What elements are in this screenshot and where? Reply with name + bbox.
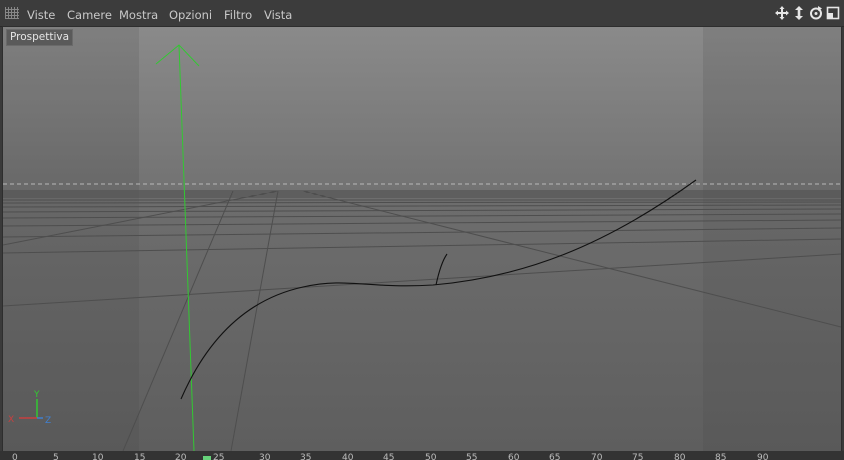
menu-viste[interactable]: Viste bbox=[27, 0, 55, 26]
timeline-ruler[interactable]: 0 5 10 15 20 25 30 35 40 45 50 55 60 65 … bbox=[0, 451, 844, 460]
ruler-tick: 15 bbox=[134, 453, 146, 460]
viewport-label: Prospettiva bbox=[6, 29, 74, 46]
ruler-tick: 40 bbox=[342, 453, 354, 460]
ruler-tick: 25 bbox=[213, 453, 225, 460]
viewport-menubar: Viste Camere Mostra Opzioni Filtro Vista bbox=[0, 0, 844, 27]
perspective-viewport[interactable]: Y X Z Prospettiva bbox=[2, 26, 842, 452]
drag-grip-icon[interactable] bbox=[5, 7, 19, 19]
dolly-icon[interactable] bbox=[792, 5, 806, 21]
ruler-tick: 45 bbox=[383, 453, 395, 460]
ruler-tick: 55 bbox=[466, 453, 478, 460]
safe-frame-left-floor bbox=[3, 190, 139, 451]
ruler-tick: 65 bbox=[549, 453, 561, 460]
ruler-tick: 70 bbox=[591, 453, 603, 460]
gizmo-y-label: Y bbox=[33, 390, 40, 400]
ruler-tick: 85 bbox=[715, 453, 727, 460]
rotate-icon[interactable] bbox=[809, 5, 823, 21]
menu-filtro[interactable]: Filtro bbox=[224, 0, 252, 26]
ruler-tick: 20 bbox=[175, 453, 187, 460]
ruler-tick: 0 bbox=[12, 453, 18, 460]
ruler-tick: 50 bbox=[425, 453, 437, 460]
gizmo-z-label: Z bbox=[45, 416, 51, 426]
menu-opzioni[interactable]: Opzioni bbox=[169, 0, 212, 26]
ruler-tick: 30 bbox=[259, 453, 271, 460]
viewport-navigation-tools bbox=[775, 5, 840, 21]
safe-frame-left bbox=[3, 27, 139, 192]
current-frame-marker[interactable] bbox=[203, 456, 211, 460]
ruler-tick: 35 bbox=[300, 453, 312, 460]
gizmo-x-label: X bbox=[8, 415, 14, 425]
menu-mostra[interactable]: Mostra bbox=[119, 0, 158, 26]
ruler-tick: 5 bbox=[53, 453, 59, 460]
maximize-icon[interactable] bbox=[826, 5, 840, 21]
move-icon[interactable] bbox=[775, 5, 789, 21]
menu-camere[interactable]: Camere bbox=[67, 0, 112, 26]
menu-vista[interactable]: Vista bbox=[264, 0, 292, 26]
viewport-scene[interactable]: Y X Z bbox=[3, 27, 841, 451]
safe-frame-right bbox=[703, 27, 841, 192]
ruler-tick: 90 bbox=[757, 453, 769, 460]
ruler-tick: 10 bbox=[92, 453, 104, 460]
ruler-tick: 80 bbox=[674, 453, 686, 460]
ruler-tick: 75 bbox=[632, 453, 644, 460]
ruler-tick: 60 bbox=[508, 453, 520, 460]
